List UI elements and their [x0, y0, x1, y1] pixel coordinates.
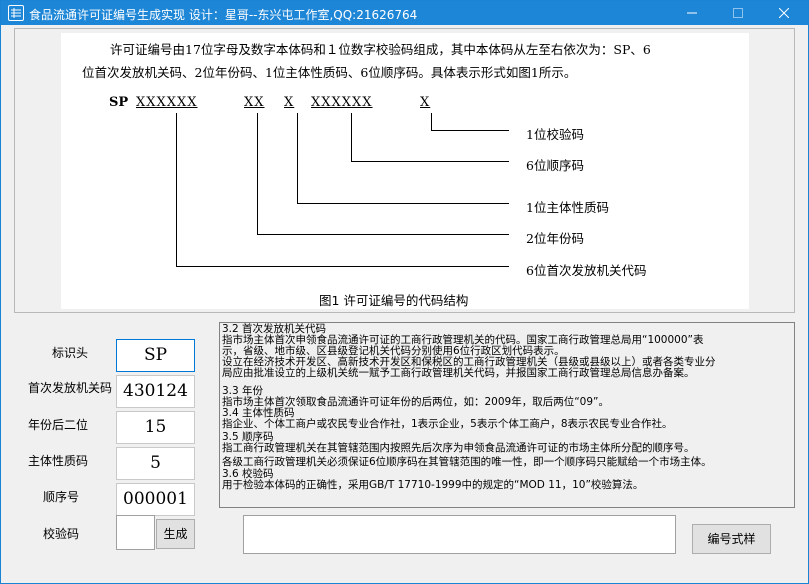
window-title: 食品流通许可证编号生成实现 设计：星哥--东兴屯工作室,QQ:21626764 [29, 8, 418, 22]
label-sequence: 顺序号 [43, 490, 80, 504]
prefix-field[interactable]: SP [116, 339, 195, 372]
callout-sequence: 6位顺序码 [526, 158, 584, 173]
title-bar[interactable]: 食品流通许可证编号生成实现 设计：星哥--东兴屯工作室,QQ:21626764 [1, 1, 808, 25]
maximize-button[interactable] [715, 1, 761, 25]
desc-line: 局应由批准设立的上级机关统一赋予工商行政管理机关代码，并报国家工商行政管理总局信… [222, 367, 695, 379]
label-nature: 主体性质码 [28, 454, 89, 468]
app-icon [8, 5, 24, 21]
format-example-button[interactable]: 编号式样 [692, 524, 771, 554]
callout-nature: 1位主体性质码 [526, 200, 609, 215]
generate-button[interactable]: 生成 [156, 519, 195, 549]
label-prefix: 标识头 [52, 346, 89, 360]
callout-year: 2位年份码 [526, 231, 584, 246]
desc-line: 各级工商行政管理机关必须保证6位顺序码在其管辖范围的唯一性，即一个顺序码只能赋给… [222, 456, 712, 468]
sequence-field[interactable]: 000001 [116, 483, 195, 516]
nature-code-field[interactable]: 5 [116, 447, 195, 480]
close-button[interactable] [761, 1, 807, 25]
label-check: 校验码 [43, 527, 80, 541]
minimize-button[interactable] [669, 1, 715, 25]
callout-check: 1位校验码 [526, 127, 584, 142]
figure-caption: 图1 许可证编号的代码结构 [319, 293, 469, 308]
desc-line: 指企业、个体工商户或农民专业合作社，1表示企业，5表示个体工商户，8表示农民专业… [222, 418, 673, 430]
result-textbox[interactable] [243, 515, 676, 554]
close-icon [779, 8, 789, 18]
desc-line: 指工商行政管理机关在其管辖范围内按照先后次序为申领食品流通许可证的市场主体所分配… [222, 442, 695, 454]
desc-line: 用于检验本体码的正确性，采用GB/T 17710-1999中的规定的“MOD 1… [222, 479, 644, 491]
app-window: 食品流通许可证编号生成实现 设计：星哥--东兴屯工作室,QQ:21626764 … [0, 0, 809, 584]
structure-figure-panel: 许可证编号由17位字母及数字本体码和１位数字校验码组成，其中本体码从左至右依次为… [14, 28, 795, 313]
label-authority: 首次发放机关码 [28, 381, 113, 395]
authority-code-field[interactable]: 430124 [116, 375, 195, 408]
structure-figure: 许可证编号由17位字母及数字本体码和１位数字校验码组成，其中本体码从左至右依次为… [61, 33, 749, 309]
year-field[interactable]: 15 [116, 411, 195, 444]
description-textbox[interactable]: 3.2 首次发放机关代码 指市场主体首次申领食品流通许可证的工商行政管理机关的代… [219, 322, 795, 508]
callout-authority: 6位首次发放机关代码 [526, 263, 647, 278]
maximize-icon [733, 8, 743, 18]
check-digit-field[interactable] [116, 515, 155, 550]
label-year: 年份后二位 [28, 418, 89, 432]
minimize-icon [687, 12, 697, 14]
